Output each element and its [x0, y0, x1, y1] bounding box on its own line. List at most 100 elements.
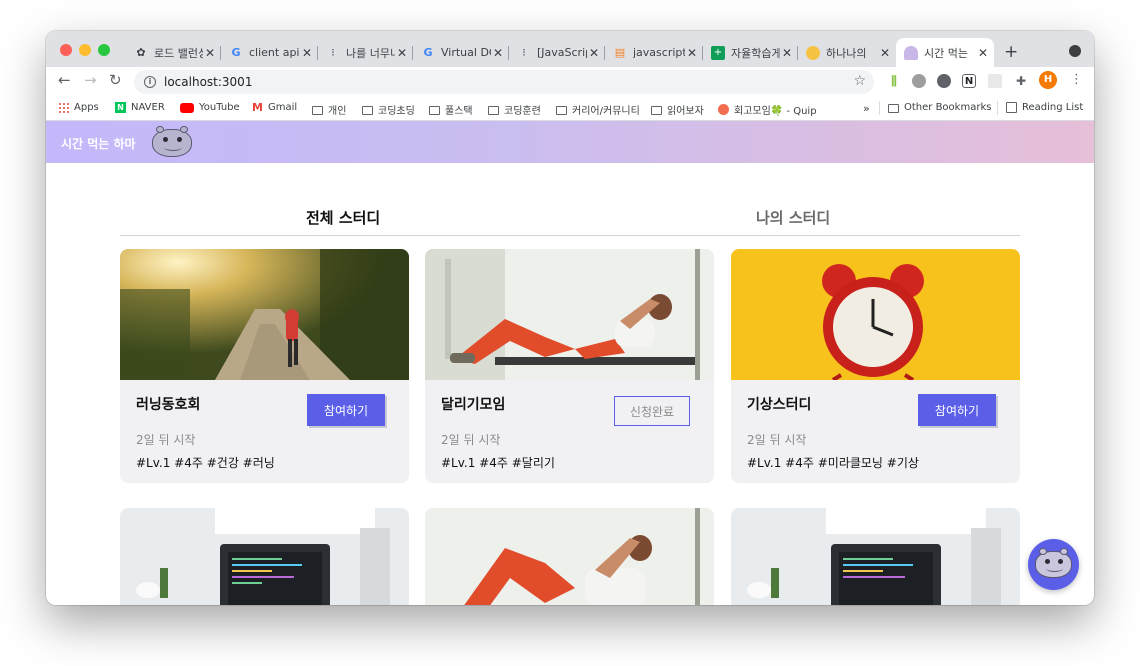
- browser-tab[interactable]: + 자율학습게 ✕: [703, 38, 798, 67]
- browser-tab[interactable]: 하나나의 ✕: [798, 38, 896, 67]
- folder-icon: [312, 105, 323, 115]
- reading-list-icon: [1006, 102, 1017, 113]
- address-bar[interactable]: i localhost:3001 ☆: [134, 70, 874, 94]
- bookmark-folder[interactable]: 커리어/커뮤니티: [556, 102, 640, 117]
- card-title: 러닝동호회: [136, 397, 201, 413]
- card-start-time: 2일 뒤 시작: [441, 433, 501, 447]
- bookmarks-divider: [997, 101, 998, 115]
- bookmark-folder[interactable]: 코딩훈련: [488, 102, 541, 117]
- bookmark-folder[interactable]: 코딩초딩: [362, 102, 415, 117]
- study-card[interactable]: 러닝동호회 참여하기 2일 뒤 시작 #Lv.1 #4주 #건강 #러닝: [120, 249, 409, 483]
- card-title: 달리기모임: [441, 397, 506, 413]
- extension-icon[interactable]: ⫼: [887, 74, 901, 88]
- applied-button[interactable]: 신청완료: [614, 396, 690, 426]
- extension-icon[interactable]: [988, 74, 1002, 88]
- sheets-icon: +: [711, 45, 725, 60]
- folder-icon: [888, 103, 899, 113]
- card-title: 기상스터디: [747, 397, 812, 413]
- study-card[interactable]: 달리기모임 신청완료 2일 뒤 시작 #Lv.1 #4주 #달리기: [425, 249, 714, 483]
- bookmark-star-icon[interactable]: ☆: [853, 73, 866, 89]
- bookmark-apps[interactable]: Apps: [58, 102, 99, 113]
- study-card[interactable]: 기상스터디 참여하기 2일 뒤 시작 #Lv.1 #4주 #미라클모닝 #기상: [731, 249, 1020, 483]
- new-tab-button[interactable]: +: [1004, 42, 1018, 62]
- browser-tab[interactable]: ▤ javascript ✕: [605, 38, 703, 67]
- reload-icon[interactable]: ↻: [109, 71, 122, 89]
- extension-icon[interactable]: N: [962, 74, 976, 88]
- extension-icon[interactable]: [912, 74, 926, 88]
- bookmark-folder[interactable]: 읽어보자: [651, 102, 704, 117]
- back-icon[interactable]: ←: [58, 71, 71, 89]
- floating-hippo-button[interactable]: [1028, 539, 1079, 590]
- close-tab-icon[interactable]: ✕: [878, 46, 892, 60]
- alarm-clock-photo: [731, 249, 1020, 380]
- folder-icon: [651, 105, 662, 115]
- join-button[interactable]: 참여하기: [307, 394, 385, 426]
- app-header: 시간 먹는 하마: [46, 121, 1094, 163]
- tab-my-studies[interactable]: 나의 스터디: [756, 207, 830, 228]
- card-tags: #Lv.1 #4주 #달리기: [441, 456, 555, 470]
- close-tab-icon[interactable]: ✕: [780, 46, 794, 60]
- extensions-puzzle-icon[interactable]: ✚: [1014, 74, 1028, 88]
- extension-icon[interactable]: [937, 74, 951, 88]
- card-start-time: 2일 뒤 시작: [136, 433, 196, 447]
- laptop-desk-photo: [731, 508, 1020, 605]
- study-tabs: 전체 스터디 나의 스터디: [120, 203, 1020, 236]
- minimize-window-button[interactable]: [79, 44, 91, 56]
- tab-all-studies[interactable]: 전체 스터디: [306, 207, 380, 228]
- bookmark-youtube[interactable]: YouTube: [180, 102, 240, 113]
- hippo-icon: [1035, 548, 1072, 578]
- web-page: 시간 먹는 하마 전체 스터디 나의 스터디 러닝동호회 참여하기 2일 뒤 시…: [46, 121, 1094, 605]
- browser-tab[interactable]: G client api ✕: [221, 38, 318, 67]
- google-icon: G: [231, 46, 241, 59]
- close-tab-icon[interactable]: ✕: [976, 46, 990, 60]
- close-tab-icon[interactable]: ✕: [685, 46, 699, 60]
- reading-list[interactable]: Reading List: [1006, 102, 1083, 113]
- browser-tab[interactable]: ✿ 로드 밸런싱 ✕: [126, 38, 221, 67]
- browser-toolbar: ← → ↻ i localhost:3001 ☆ ⫼ N ✚ H ⋮: [46, 67, 1094, 96]
- close-window-button[interactable]: [60, 44, 72, 56]
- profile-avatar[interactable]: H: [1039, 71, 1057, 89]
- browser-tab-active[interactable]: 시간 먹는 ✕: [896, 38, 994, 67]
- youtube-icon: [180, 102, 194, 113]
- bookmarks-overflow-icon[interactable]: »: [863, 102, 870, 115]
- gmail-icon: M: [252, 101, 263, 114]
- folder-icon: [429, 105, 440, 115]
- dots-icon: ⁝: [331, 46, 335, 59]
- close-tab-icon[interactable]: ✕: [395, 46, 409, 60]
- bookmark-folder[interactable]: 풀스택: [429, 102, 473, 117]
- situp-photo: [425, 249, 714, 380]
- hippo-logo-icon[interactable]: [152, 126, 192, 157]
- app-brand[interactable]: 시간 먹는 하마: [61, 135, 136, 152]
- apps-icon: [58, 102, 69, 113]
- bookmark-naver[interactable]: N NAVER: [115, 102, 165, 113]
- close-tab-icon[interactable]: ✕: [300, 46, 314, 60]
- join-button[interactable]: 참여하기: [918, 394, 996, 426]
- tab-search-icon[interactable]: [1069, 45, 1081, 57]
- study-card[interactable]: [425, 508, 714, 605]
- bookmark-quip[interactable]: 회고모임🍀 - Quip: [718, 102, 817, 117]
- puzzle-icon: ✿: [136, 46, 146, 59]
- close-tab-icon[interactable]: ✕: [587, 46, 601, 60]
- url-text[interactable]: localhost:3001: [164, 75, 252, 89]
- bookmark-folder[interactable]: 개인: [312, 102, 346, 117]
- other-bookmarks[interactable]: Other Bookmarks: [888, 102, 991, 113]
- forward-icon[interactable]: →: [84, 71, 97, 89]
- site-info-icon[interactable]: i: [144, 76, 156, 88]
- runner-photo: [120, 249, 409, 380]
- close-tab-icon[interactable]: ✕: [491, 46, 505, 60]
- menu-kebab-icon[interactable]: ⋮: [1070, 72, 1083, 87]
- bookmarks-divider: [879, 101, 880, 115]
- study-card[interactable]: [120, 508, 409, 605]
- zoom-window-button[interactable]: [98, 44, 110, 56]
- close-tab-icon[interactable]: ✕: [203, 46, 217, 60]
- folder-icon: [556, 105, 567, 115]
- browser-tab[interactable]: ⁝ 나를 너무니 ✕: [318, 38, 413, 67]
- browser-tab[interactable]: G Virtual DOM ✕: [413, 38, 509, 67]
- naver-icon: N: [115, 102, 126, 113]
- browser-window: ✿ 로드 밸런싱 ✕ G client api ✕ ⁝ 나를 너무니 ✕ G V…: [46, 31, 1094, 605]
- browser-tab[interactable]: ⁝ [JavaScript ✕: [509, 38, 605, 67]
- hippo-icon: [904, 45, 918, 60]
- folder-icon: [488, 105, 499, 115]
- study-card[interactable]: [731, 508, 1020, 605]
- bookmark-gmail[interactable]: M Gmail: [252, 102, 297, 113]
